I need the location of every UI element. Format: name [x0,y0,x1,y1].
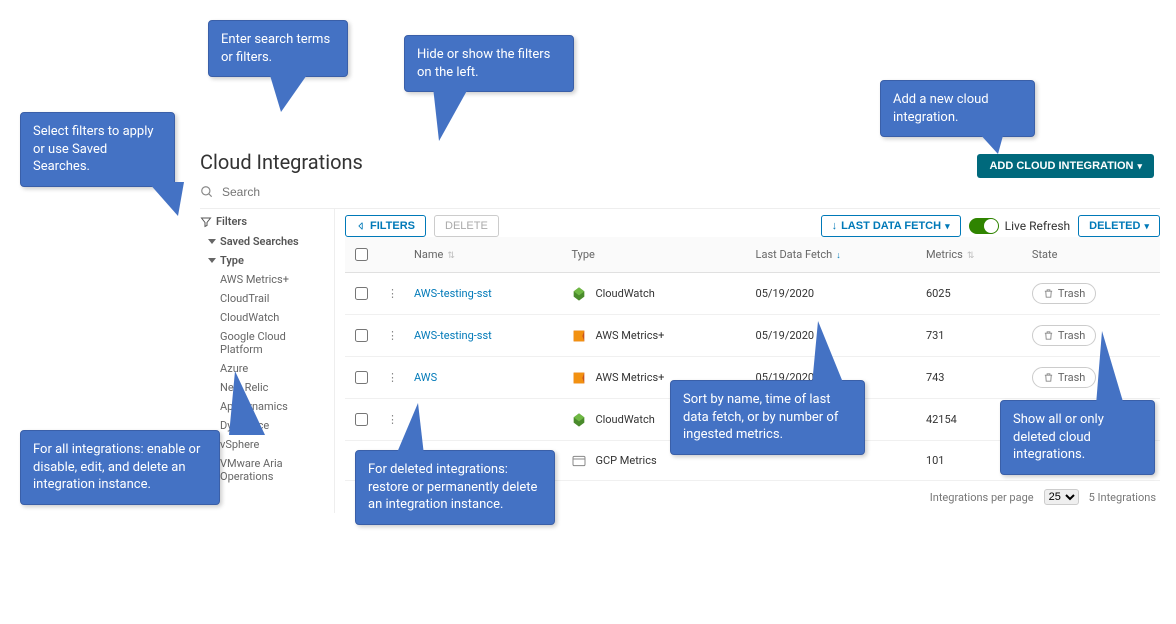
saved-searches-toggle[interactable]: Saved Searches [200,232,326,251]
per-page-select[interactable]: 25 [1044,489,1079,505]
select-all-checkbox[interactable] [355,248,368,261]
type-label: AWS Metrics+ [595,371,664,384]
col-state: State [1032,248,1058,261]
callout-deleted: Show all or only deleted cloud integrati… [1000,400,1155,475]
toggle-thumb [984,219,998,233]
last-fetch-value: 05/19/2020 [756,287,815,300]
callout-filters: Select filters to apply or use Saved Sea… [20,112,175,187]
metrics-value: 42154 [926,413,957,426]
search-icon [200,185,214,199]
type-label: CloudWatch [595,287,654,300]
callout-hide: Hide or show the filters on the left. [404,35,574,92]
callout-search: Enter search terms or filters. [208,20,348,77]
sort-desc-icon: ↓ [832,251,841,261]
row-checkbox[interactable] [355,329,368,342]
collapse-icon [356,221,366,231]
trash-label: Trash [1058,371,1085,384]
chevron-down-icon: ▾ [945,221,950,232]
callout-del: For deleted integrations: restore or per… [355,450,555,525]
metrics-value: 6025 [926,287,951,300]
live-refresh-toggle[interactable]: Live Refresh [969,218,1071,234]
type-label: CloudWatch [595,413,654,426]
filter-type-item[interactable]: Google Cloud Platform [200,327,326,359]
callout-all: For all integrations: enable or disable,… [20,430,220,505]
trash-label: Trash [1058,287,1085,300]
sort-icon: ⇅ [443,251,455,261]
integration-name-link[interactable]: AWS-testing-sst [414,329,492,342]
type-icon [571,328,587,344]
saved-searches-label: Saved Searches [220,235,299,248]
filters-button[interactable]: FILTERS [345,215,426,237]
type-icon [571,412,587,428]
col-name[interactable]: Name [414,248,443,261]
type-label: AWS Metrics+ [595,329,664,342]
filters-panel: Filters Saved Searches Type AWS Metrics+… [200,209,335,513]
trash-button[interactable]: Trash [1032,325,1096,346]
row-checkbox[interactable] [355,371,368,384]
last-fetch-value: 05/19/2020 [756,329,815,342]
type-heading: Type [220,254,244,267]
per-page-label: Integrations per page [930,491,1034,504]
toggle-track [969,218,999,234]
row-menu-button[interactable]: ⋮ [383,329,402,342]
type-icon [571,286,587,302]
last-data-fetch-label: LAST DATA FETCH [841,220,941,232]
type-toggle[interactable]: Type [200,251,326,270]
delete-button[interactable]: DELETE [434,215,499,237]
delete-button-label: DELETE [445,220,488,232]
filters-button-label: FILTERS [370,220,415,232]
integration-name-link[interactable]: AWS-testing-sst [414,287,492,300]
row-menu-button[interactable]: ⋮ [383,287,402,300]
trash-label: Trash [1058,329,1085,342]
deleted-button-label: DELETED [1089,220,1140,232]
table-row: ⋮ AWS-testing-sst CloudWatch 05/19/2020 6025… [345,273,1160,315]
chevron-down-icon [208,239,216,244]
filter-type-item[interactable]: AWS Metrics+ [200,270,326,289]
filter-type-item[interactable]: CloudWatch [200,308,326,327]
sort-desc-icon: ↓ [832,220,838,232]
last-data-fetch-button[interactable]: ↓ LAST DATA FETCH ▾ [821,215,961,237]
col-last-fetch[interactable]: Last Data Fetch [756,248,833,261]
metrics-value: 101 [926,454,945,467]
footer-count: 5 Integrations [1089,491,1156,504]
integration-name-link[interactable]: AWS [414,371,437,384]
chevron-down-icon [208,258,216,263]
row-menu-button[interactable]: ⋮ [383,371,402,384]
chevron-down-icon: ▾ [1144,221,1149,232]
type-icon [571,453,587,469]
metrics-value: 731 [926,329,945,342]
filter-icon [200,216,212,228]
col-metrics[interactable]: Metrics [926,248,963,261]
metrics-value: 743 [926,371,945,384]
trash-button[interactable]: Trash [1032,283,1096,304]
search-input[interactable] [220,184,1160,200]
row-checkbox[interactable] [355,287,368,300]
callout-add: Add a new cloud integration. [880,80,1035,137]
sort-icon: ⇅ [963,251,975,261]
deleted-button[interactable]: DELETED ▾ [1078,215,1160,237]
type-label: GCP Metrics [595,454,656,467]
page-title: Cloud Integrations [200,150,1160,174]
live-refresh-label: Live Refresh [1005,219,1071,233]
row-checkbox[interactable] [355,413,368,426]
callout-sort: Sort by name, time of last data fetch, o… [670,380,865,455]
col-type: Type [571,248,594,261]
filters-heading: Filters [216,215,247,228]
filter-type-item[interactable]: CloudTrail [200,289,326,308]
table-row: ⋮ AWS-testing-sst AWS Metrics+ 05/19/2020 73… [345,315,1160,357]
trash-button[interactable]: Trash [1032,367,1096,388]
type-icon [571,370,587,386]
